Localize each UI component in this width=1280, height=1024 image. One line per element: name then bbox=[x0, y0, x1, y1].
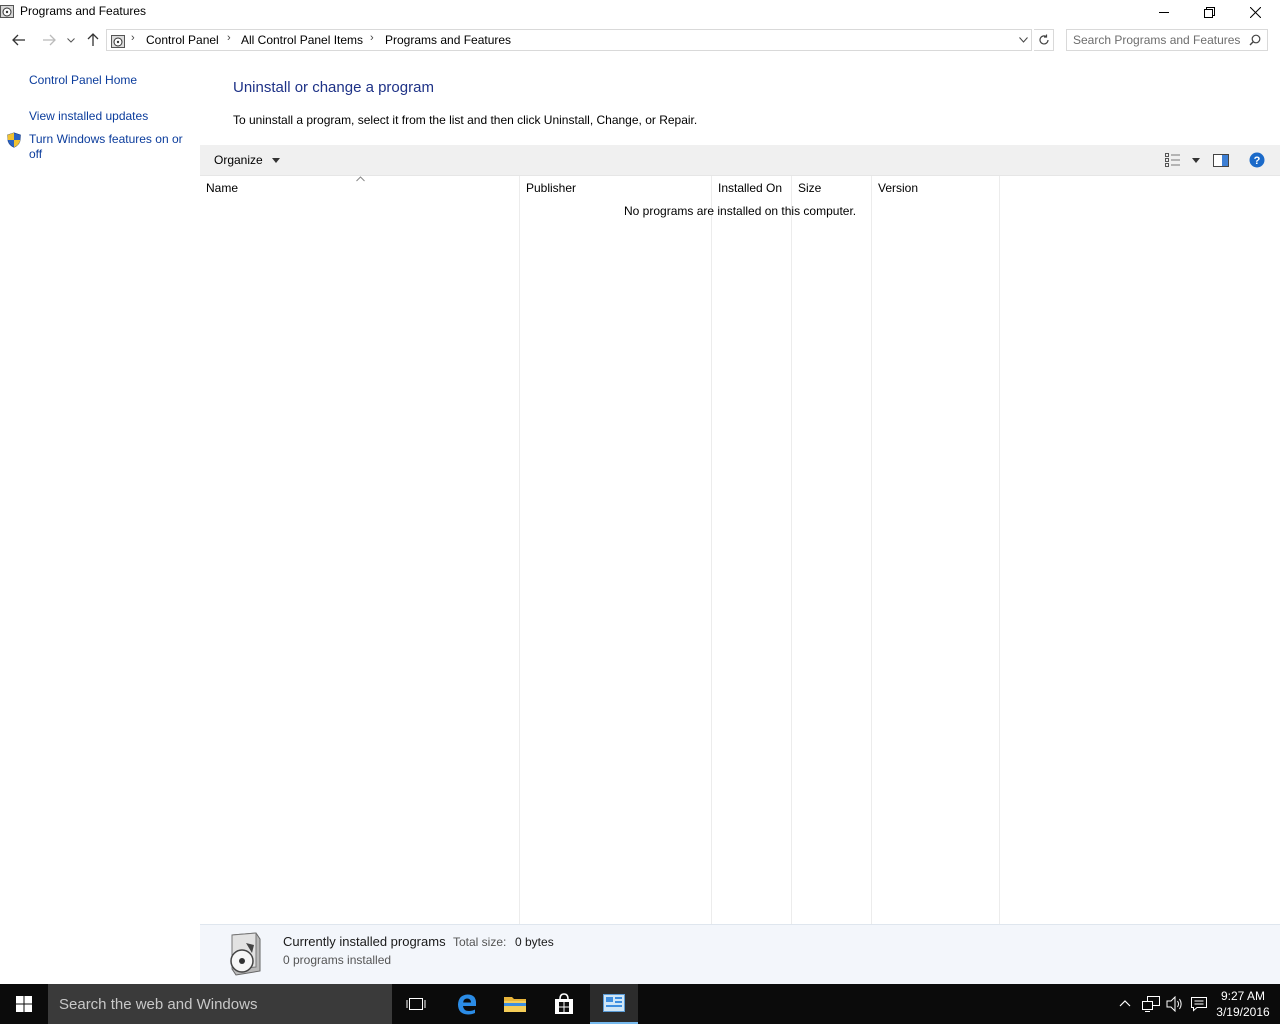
preview-pane-icon[interactable] bbox=[1213, 154, 1229, 167]
task-view-icon bbox=[406, 998, 426, 1010]
clock-date: 3/19/2016 bbox=[1216, 1005, 1270, 1019]
restore-icon bbox=[1203, 6, 1215, 18]
column-divider bbox=[519, 176, 520, 924]
column-header-installed-on[interactable]: Installed On bbox=[712, 176, 791, 200]
details-view-icon[interactable] bbox=[1165, 153, 1181, 167]
taskbar-search-box[interactable] bbox=[48, 984, 392, 1024]
store-icon bbox=[555, 993, 573, 1014]
taskbar-search-input[interactable] bbox=[59, 995, 379, 1013]
taskbar-clock[interactable]: 9:27 AM 3/19/2016 bbox=[1212, 988, 1274, 1020]
folder-icon bbox=[504, 997, 526, 1012]
search-box[interactable] bbox=[1066, 29, 1268, 51]
navigation-bar: › Control Panel › All Control Panel Item… bbox=[0, 28, 1280, 52]
restore-button[interactable] bbox=[1186, 0, 1232, 24]
control-panel-icon bbox=[603, 994, 625, 1012]
svg-text:?: ? bbox=[1254, 155, 1261, 167]
column-header-name[interactable]: Name bbox=[200, 176, 519, 200]
chevron-down-icon bbox=[67, 37, 75, 43]
total-size-value: 0 bytes bbox=[515, 935, 554, 949]
help-icon[interactable]: ? bbox=[1249, 152, 1265, 168]
installed-count: 0 programs installed bbox=[283, 953, 392, 967]
page-title: Uninstall or change a program bbox=[233, 79, 434, 96]
windows-features-link[interactable]: Turn Windows features on or off bbox=[29, 132, 189, 162]
forward-button[interactable] bbox=[38, 28, 60, 52]
organize-label: Organize bbox=[214, 153, 263, 167]
breadcrumb-control-panel[interactable]: Control Panel bbox=[146, 33, 219, 47]
edge-taskbar-button[interactable] bbox=[443, 984, 491, 1024]
close-button[interactable] bbox=[1232, 0, 1278, 24]
details-title: Currently installed programs bbox=[283, 934, 446, 949]
total-size-label: Total size: bbox=[453, 935, 507, 949]
installed-programs-icon bbox=[230, 932, 261, 976]
chevron-down-icon bbox=[272, 158, 281, 164]
action-center-icon[interactable] bbox=[1190, 996, 1208, 1012]
breadcrumb-all-control-panel-items[interactable]: All Control Panel Items bbox=[241, 33, 363, 47]
back-arrow-icon bbox=[12, 34, 25, 46]
column-header-version[interactable]: Version bbox=[872, 176, 999, 200]
task-view-button[interactable] bbox=[392, 984, 440, 1024]
address-bar[interactable]: › Control Panel › All Control Panel Item… bbox=[106, 29, 1032, 51]
search-input[interactable] bbox=[1073, 32, 1243, 48]
refresh-button[interactable] bbox=[1034, 29, 1054, 51]
column-header-publisher[interactable]: Publisher bbox=[520, 176, 711, 200]
control-panel-home-link[interactable]: Control Panel Home bbox=[29, 73, 137, 88]
breadcrumb-programs-and-features[interactable]: Programs and Features bbox=[385, 33, 511, 47]
windows-logo-icon bbox=[16, 996, 32, 1012]
control-panel-icon bbox=[111, 35, 125, 48]
column-header-size[interactable]: Size bbox=[792, 176, 871, 200]
left-task-pane: Control Panel Home View installed update… bbox=[0, 60, 200, 924]
program-list[interactable]: Name Publisher Installed On Size Version… bbox=[200, 176, 1280, 924]
empty-list-message: No programs are installed on this comput… bbox=[624, 204, 857, 218]
view-options-dropdown-icon[interactable] bbox=[1192, 158, 1200, 163]
uac-shield-icon bbox=[7, 132, 21, 148]
forward-arrow-icon bbox=[43, 34, 56, 46]
breadcrumb-separator-icon[interactable]: › bbox=[131, 32, 135, 44]
view-installed-updates-link[interactable]: View installed updates bbox=[29, 109, 148, 124]
taskbar: 9:27 AM 3/19/2016 bbox=[0, 984, 1280, 1024]
minimize-button[interactable] bbox=[1141, 0, 1187, 24]
up-button[interactable] bbox=[84, 28, 102, 52]
organize-button[interactable]: Organize bbox=[214, 153, 281, 167]
column-divider bbox=[999, 176, 1000, 924]
instruction-text: To uninstall a program, select it from t… bbox=[233, 113, 698, 127]
back-button[interactable] bbox=[8, 28, 30, 52]
address-dropdown-icon[interactable] bbox=[1019, 37, 1028, 43]
refresh-icon bbox=[1038, 34, 1049, 45]
network-icon[interactable] bbox=[1142, 996, 1160, 1012]
column-divider bbox=[791, 176, 792, 924]
show-hidden-icons-chevron-icon[interactable] bbox=[1119, 999, 1131, 1007]
breadcrumb-separator-icon[interactable]: › bbox=[227, 32, 231, 44]
minimize-icon bbox=[1159, 12, 1169, 13]
clock-time: 9:27 AM bbox=[1220, 989, 1266, 1003]
window-title: Programs and Features bbox=[20, 4, 147, 18]
breadcrumb-separator-icon[interactable]: › bbox=[370, 32, 374, 44]
recent-locations-button[interactable] bbox=[64, 28, 78, 52]
edge-icon bbox=[458, 994, 477, 1015]
column-divider bbox=[711, 176, 712, 924]
start-button[interactable] bbox=[0, 984, 48, 1024]
search-icon[interactable] bbox=[1249, 34, 1261, 46]
close-icon bbox=[1249, 6, 1261, 18]
column-divider bbox=[871, 176, 872, 924]
volume-icon[interactable] bbox=[1166, 996, 1184, 1012]
details-pane: Currently installed programs Total size:… bbox=[200, 924, 1280, 984]
control-panel-taskbar-button[interactable] bbox=[590, 984, 638, 1024]
up-arrow-icon bbox=[87, 33, 99, 46]
store-taskbar-button[interactable] bbox=[540, 984, 588, 1024]
command-toolbar: Organize ? bbox=[200, 145, 1280, 176]
file-explorer-taskbar-button[interactable] bbox=[491, 984, 539, 1024]
title-bar: Programs and Features bbox=[0, 0, 1280, 24]
programs-features-icon bbox=[0, 5, 14, 18]
